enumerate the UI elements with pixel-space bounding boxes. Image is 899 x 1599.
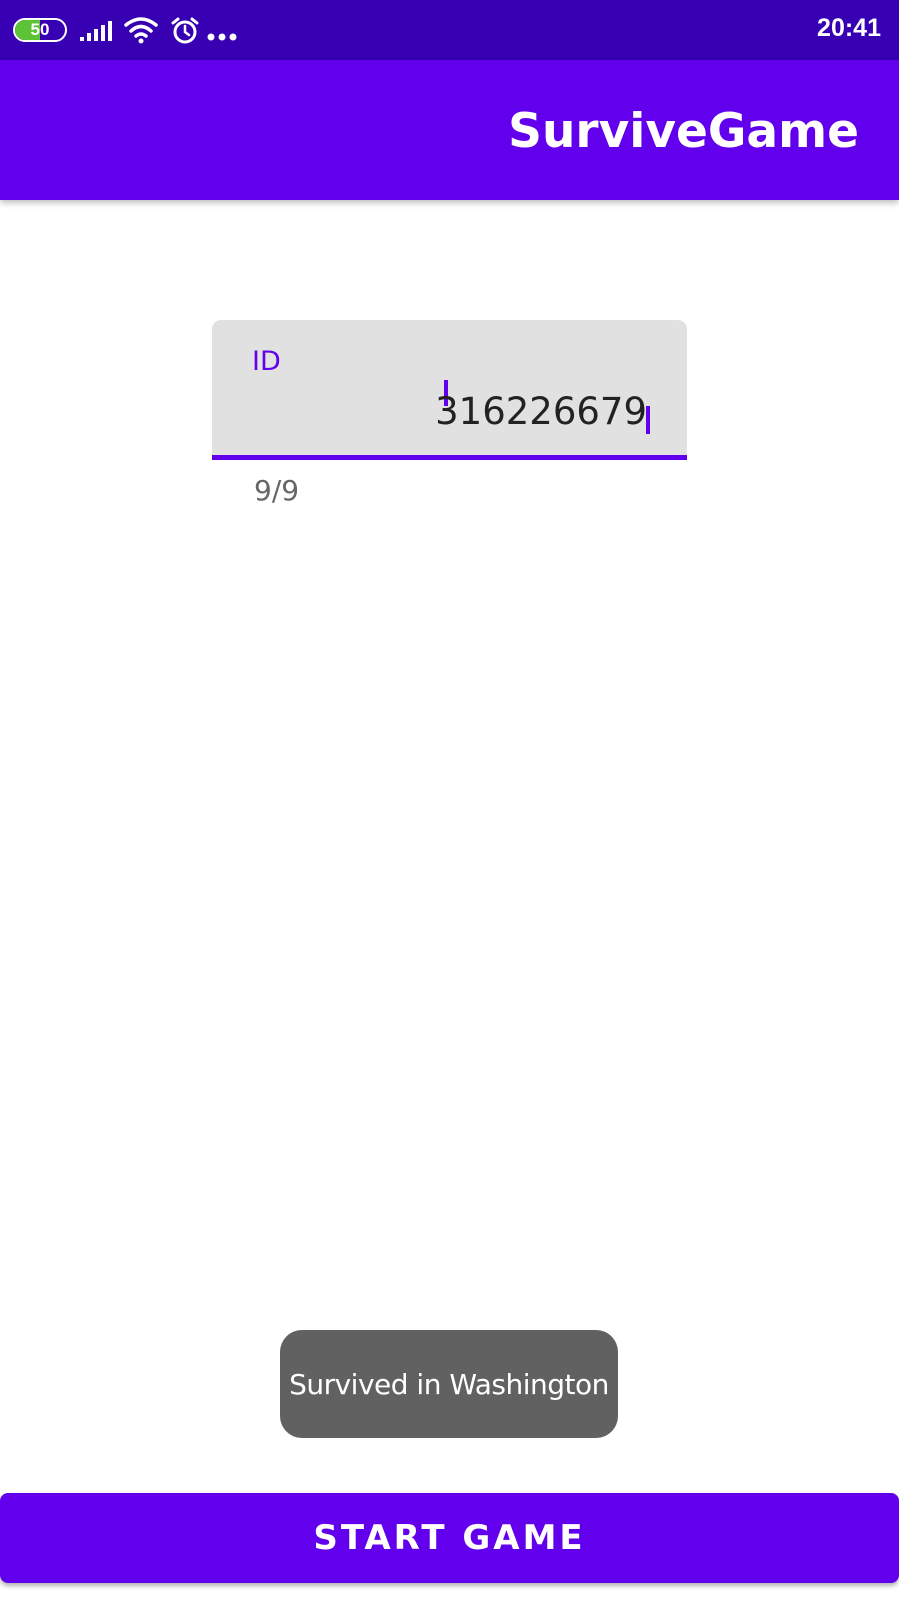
status-bar: 50 20:41: [0, 0, 899, 60]
id-field-value[interactable]: 316226679: [435, 390, 647, 433]
id-input-field[interactable]: ID 316226679: [212, 320, 687, 460]
id-field-label: ID: [252, 346, 281, 377]
app-bar: SurviveGame: [0, 60, 899, 200]
selection-handle-end[interactable]: [646, 406, 650, 434]
battery-level: 50: [30, 20, 50, 39]
app-title: SurviveGame: [508, 104, 859, 159]
alarm-icon: [171, 17, 199, 44]
character-counter: 9/9: [254, 474, 300, 507]
battery-icon: 50: [13, 18, 67, 42]
toast-message: Survived in Washington: [280, 1330, 618, 1438]
signal-icon: [80, 21, 112, 41]
start-game-button[interactable]: START GAME: [0, 1493, 899, 1583]
wifi-icon: [124, 17, 158, 44]
status-time: 20:41: [817, 14, 881, 42]
more-notifications-icon: [207, 33, 237, 41]
